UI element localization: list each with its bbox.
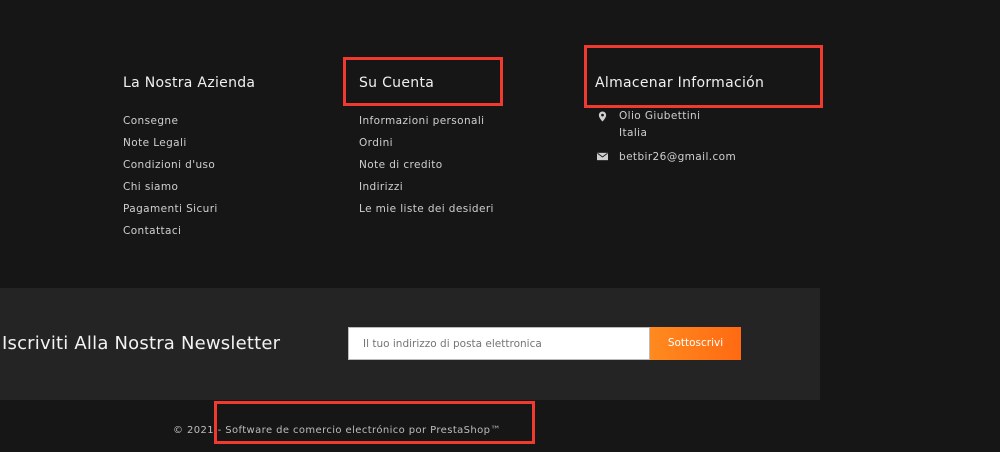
highlight-box xyxy=(343,57,503,106)
link-condizioni[interactable]: Condizioni d'uso xyxy=(123,159,255,181)
newsletter-title: Iscriviti Alla Nostra Newsletter xyxy=(2,333,281,354)
link-ordini[interactable]: Ordini xyxy=(359,137,494,159)
store-country: Italia xyxy=(619,127,648,139)
subscribe-button[interactable]: Sottoscrivi xyxy=(650,327,741,360)
link-consegne[interactable]: Consegne xyxy=(123,115,255,137)
link-contattaci[interactable]: Contattaci xyxy=(123,225,255,247)
store-name: Olio Giubettini xyxy=(619,110,701,122)
store-email[interactable]: betbir26@gmail.com xyxy=(619,151,736,163)
newsletter-email-input[interactable] xyxy=(348,327,650,360)
envelope-icon xyxy=(597,152,608,161)
link-indirizzi[interactable]: Indirizzi xyxy=(359,181,494,203)
highlight-box xyxy=(214,401,535,444)
link-desideri[interactable]: Le mie liste dei desideri xyxy=(359,203,494,225)
location-pin-icon xyxy=(598,111,607,122)
link-informazioni[interactable]: Informazioni personali xyxy=(359,115,494,137)
link-note-credito[interactable]: Note di credito xyxy=(359,159,494,181)
column-title: La Nostra Azienda xyxy=(123,75,256,91)
link-note-legali[interactable]: Note Legali xyxy=(123,137,255,159)
link-pagamenti[interactable]: Pagamenti Sicuri xyxy=(123,203,255,225)
footer-column-company: La Nostra Azienda Consegne Note Legali C… xyxy=(123,75,255,247)
link-chi-siamo[interactable]: Chi siamo xyxy=(123,181,255,203)
highlight-box xyxy=(584,45,823,108)
